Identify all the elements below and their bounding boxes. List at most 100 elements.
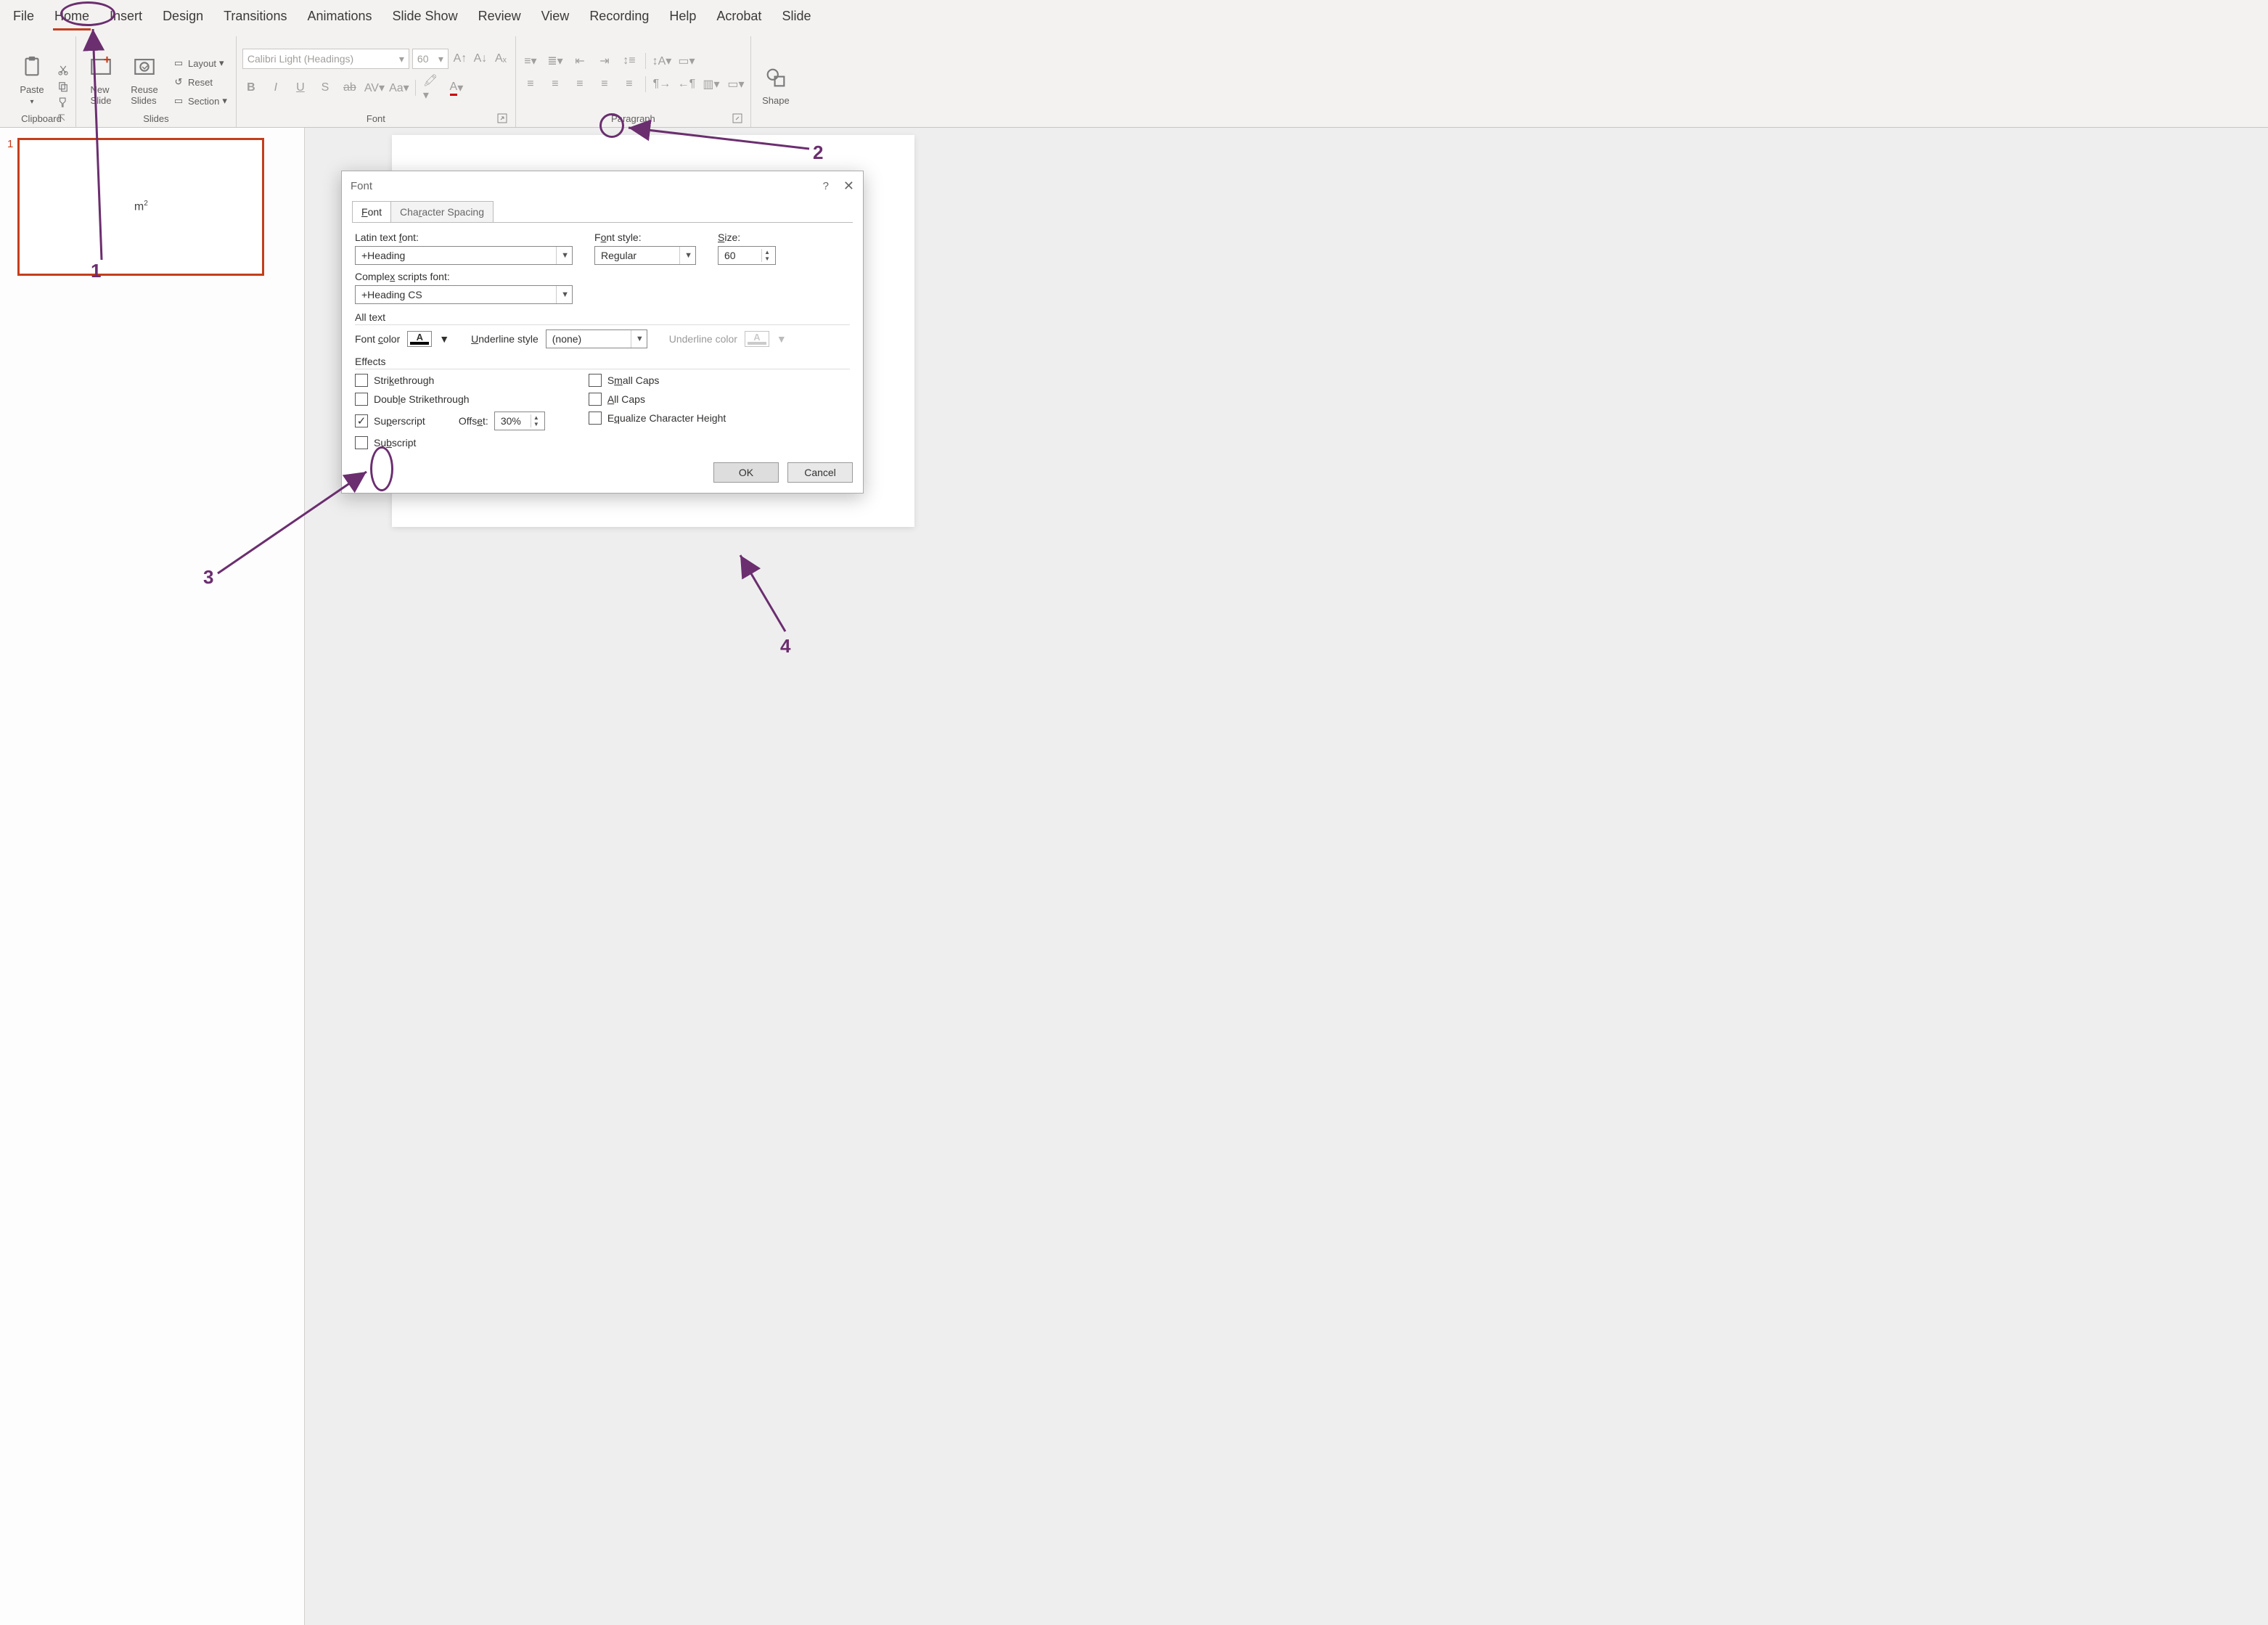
all-caps-checkbox[interactable] [589,393,602,406]
font-group-label: Font [367,113,385,124]
rtl-button[interactable]: ←¶ [678,75,695,93]
ok-button[interactable]: OK [713,462,779,483]
dialog-tab-font[interactable]: Font [352,201,391,222]
font-color-picker[interactable]: A [407,331,432,347]
spinner-icon[interactable]: ▲▼ [761,249,772,262]
tab-insert[interactable]: Insert [108,6,144,30]
tab-slide-extra[interactable]: Slide [780,6,812,30]
close-icon[interactable]: ✕ [843,179,854,194]
chevron-down-icon[interactable]: ▼ [439,333,449,345]
font-size-combo[interactable]: 60▾ [412,49,449,69]
clear-formatting-icon[interactable]: Aₓ [492,50,509,67]
font-name-combo[interactable]: Calibri Light (Headings)▾ [242,49,409,69]
decrease-indent-button[interactable]: ⇤ [571,52,589,70]
change-case-button[interactable]: Aa▾ [390,79,408,97]
align-text-button[interactable]: ▭▾ [678,52,695,70]
font-dialog-launcher[interactable] [496,112,508,124]
help-icon[interactable]: ? [823,180,829,192]
shapes-label: Shape [762,95,790,106]
increase-font-icon[interactable]: A↑ [451,50,469,67]
equalize-checkbox[interactable] [589,412,602,425]
chevron-down-icon: ▾ [438,53,443,65]
paste-button[interactable]: Paste ▾ [13,49,51,109]
strikethrough-button[interactable]: ab [341,79,359,97]
size-spinner[interactable]: 60▲▼ [718,246,776,265]
tab-acrobat[interactable]: Acrobat [715,6,763,30]
cut-icon[interactable] [57,64,70,77]
underline-color-label: Underline color [669,333,737,345]
slides-group-label: Slides [143,113,168,124]
chevron-down-icon: ▾ [30,98,33,106]
ribbon-group-paragraph: ≡▾ ≣▾ ⇤ ⇥ ↕≡ ↕A▾ ▭▾ ≡ ≡ ≡ ≡ ≡ ¶→ ←¶ ▥▾ ▭… [516,36,751,127]
line-spacing-button[interactable]: ↕≡ [621,52,638,70]
slide-thumbnail-1[interactable]: m2 [17,138,264,276]
increase-indent-button[interactable]: ⇥ [596,52,613,70]
format-painter-icon[interactable] [57,96,70,109]
align-left-button[interactable]: ≡ [522,75,539,93]
tab-transitions[interactable]: Transitions [222,6,288,30]
complex-font-combo[interactable]: +Heading CS▼ [355,285,573,304]
bullets-button[interactable]: ≡▾ [522,52,539,70]
spinner-icon[interactable]: ▲▼ [531,414,541,427]
tab-help[interactable]: Help [668,6,697,30]
chevron-down-icon: ▼ [777,333,787,345]
bold-button[interactable]: B [242,79,260,97]
distribute-button[interactable]: ≡ [621,75,638,93]
char-spacing-button[interactable]: AV▾ [366,79,383,97]
tab-animations[interactable]: Animations [306,6,373,30]
italic-button[interactable]: I [267,79,284,97]
tab-view[interactable]: View [540,6,571,30]
superscript-checkbox[interactable] [355,414,368,427]
tab-review[interactable]: Review [477,6,523,30]
clipboard-launcher[interactable] [57,112,68,124]
chevron-down-icon: ▼ [556,247,569,264]
dialog-title: Font [351,180,372,192]
strikethrough-checkbox[interactable] [355,374,368,387]
columns-button[interactable]: ▥▾ [703,75,720,93]
offset-spinner[interactable]: 30%▲▼ [494,412,545,430]
numbering-button[interactable]: ≣▾ [546,52,564,70]
offset-label: Offset: [459,415,488,427]
latin-font-combo[interactable]: +Heading▼ [355,246,573,265]
shadow-button[interactable]: S [316,79,334,97]
align-right-button[interactable]: ≡ [571,75,589,93]
latin-font-label: Latin text font: [355,232,573,243]
reuse-slides-label: Reuse Slides [131,84,158,106]
tab-slideshow[interactable]: Slide Show [391,6,459,30]
justify-button[interactable]: ≡ [596,75,613,93]
smartart-button[interactable]: ▭▾ [727,75,745,93]
reset-button[interactable]: ↺Reset [169,74,230,90]
underline-button[interactable]: U [292,79,309,97]
ltr-button[interactable]: ¶→ [653,75,671,93]
tab-design[interactable]: Design [161,6,205,30]
highlight-button[interactable]: 🖍▾ [423,79,441,97]
underline-color-picker: A [745,331,769,347]
tab-home[interactable]: Home [53,6,91,30]
paragraph-launcher[interactable] [732,112,743,124]
copy-icon[interactable] [57,80,70,93]
text-direction-button[interactable]: ↕A▾ [653,52,671,70]
shapes-button[interactable]: Shape [757,60,795,109]
tab-recording[interactable]: Recording [588,6,650,30]
align-center-button[interactable]: ≡ [546,75,564,93]
cancel-button[interactable]: Cancel [787,462,853,483]
new-slide-button[interactable]: New Slide [82,49,120,109]
double-strikethrough-checkbox[interactable] [355,393,368,406]
ribbon-group-clipboard: Paste ▾ Clipboard [7,36,76,127]
clipboard-group-label: Clipboard [21,113,62,124]
slide-thumbnail-pane: 1 m2 [0,128,305,1625]
dialog-tab-spacing[interactable]: Character Spacing [390,201,494,222]
reuse-slides-button[interactable]: Reuse Slides [126,49,163,109]
layout-button[interactable]: ▭Layout ▾ [169,55,230,71]
new-slide-label: New Slide [91,84,112,106]
small-caps-checkbox[interactable] [589,374,602,387]
subscript-checkbox[interactable] [355,436,368,449]
section-button[interactable]: ▭Section ▾ [169,93,230,109]
font-style-combo[interactable]: Regular▼ [594,246,696,265]
chevron-down-icon: ▼ [556,286,569,303]
tab-file[interactable]: File [12,6,36,30]
decrease-font-icon[interactable]: A↓ [472,50,489,67]
ribbon-tabs: File Home Insert Design Transitions Anim… [0,0,2268,30]
font-color-button[interactable]: A▾ [448,79,465,97]
underline-style-combo[interactable]: (none)▼ [546,329,647,348]
